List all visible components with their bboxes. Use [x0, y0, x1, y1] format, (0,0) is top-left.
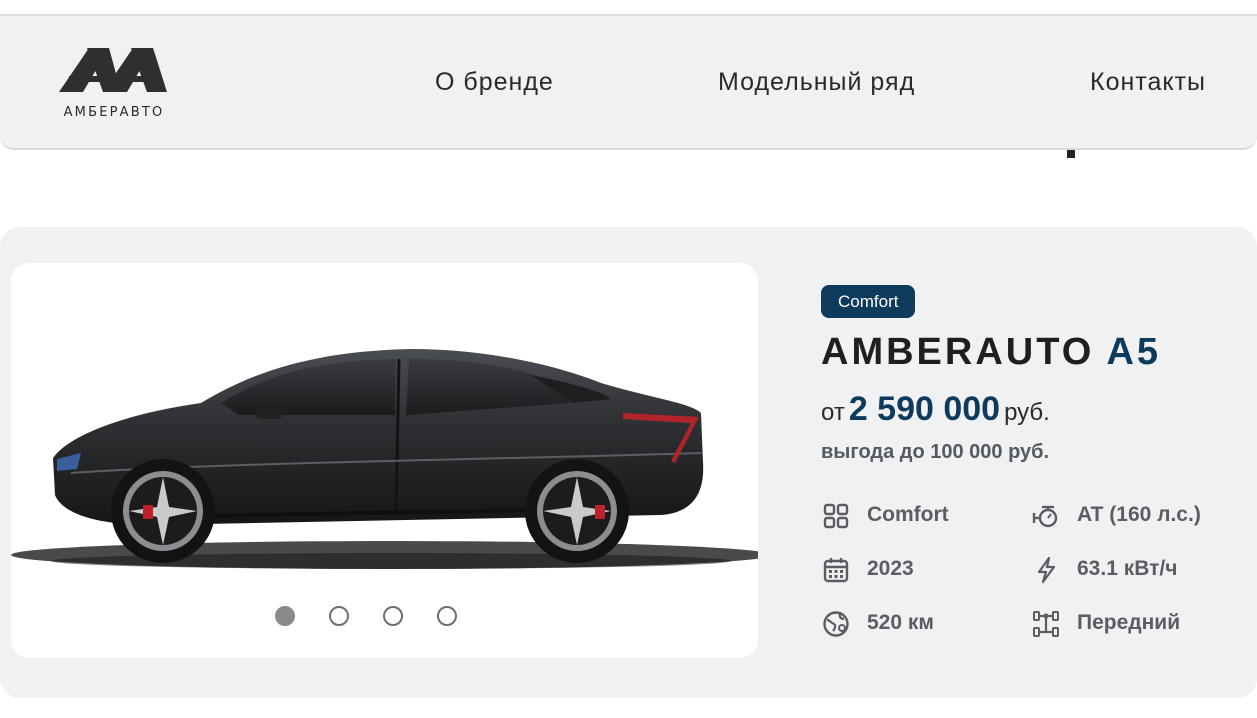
carousel-dot-4[interactable] — [437, 606, 457, 626]
price-currency: руб. — [1004, 399, 1050, 426]
heading-fragment — [1067, 150, 1075, 158]
price: от 2 590 000 руб. — [821, 390, 1050, 429]
model-title[interactable]: AMBERAUTO A5 — [821, 331, 1161, 374]
spec-battery-text: 63.1 кВт/ч — [1077, 557, 1178, 580]
spec-transmission-text: AT (160 л.с.) — [1077, 503, 1201, 526]
nav-model-range[interactable]: Модельный ряд — [718, 68, 915, 97]
spec-year-text: 2023 — [867, 557, 914, 580]
carousel-dot-1[interactable] — [275, 606, 295, 626]
spec-range-text: 520 км — [867, 611, 934, 634]
calendar-icon — [823, 558, 849, 583]
drivetrain-icon — [1033, 611, 1059, 637]
logo-wordmark: АМБЕРАВТО — [63, 105, 165, 120]
car-photo — [11, 349, 758, 569]
price-value: 2 590 000 — [848, 390, 1001, 428]
range-globe-icon — [823, 611, 849, 637]
carousel-dot-2[interactable] — [329, 606, 349, 626]
model-brand: AMBERAUTO — [821, 331, 1095, 373]
logo-mark-icon — [59, 48, 167, 92]
spec-trim-text: Comfort — [867, 503, 949, 526]
engine-icon — [1032, 505, 1058, 528]
model-name: A5 — [1106, 331, 1162, 373]
nav-about-brand[interactable]: О бренде — [435, 68, 554, 97]
lightning-icon — [1037, 556, 1056, 584]
site-header: АМБЕРАВТО О бренде Модельный ряд Контакт… — [0, 14, 1257, 150]
price-prefix: от — [821, 399, 845, 426]
trim-grid-icon — [823, 503, 849, 529]
carousel-dot-3[interactable] — [383, 606, 403, 626]
spec-drivetrain-text: Передний — [1077, 611, 1181, 634]
benefit-text: выгода до 100 000 руб. — [821, 441, 1050, 463]
nav-contacts[interactable]: Контакты — [1090, 68, 1206, 97]
brand-logo[interactable]: АМБЕРАВТО — [26, 46, 202, 126]
car-image-carousel[interactable] — [11, 263, 758, 658]
product-card: Comfort AMBERAUTO A5 от 2 590 000 руб. выг… — [0, 227, 1257, 698]
trim-badge: Comfort — [821, 285, 916, 318]
